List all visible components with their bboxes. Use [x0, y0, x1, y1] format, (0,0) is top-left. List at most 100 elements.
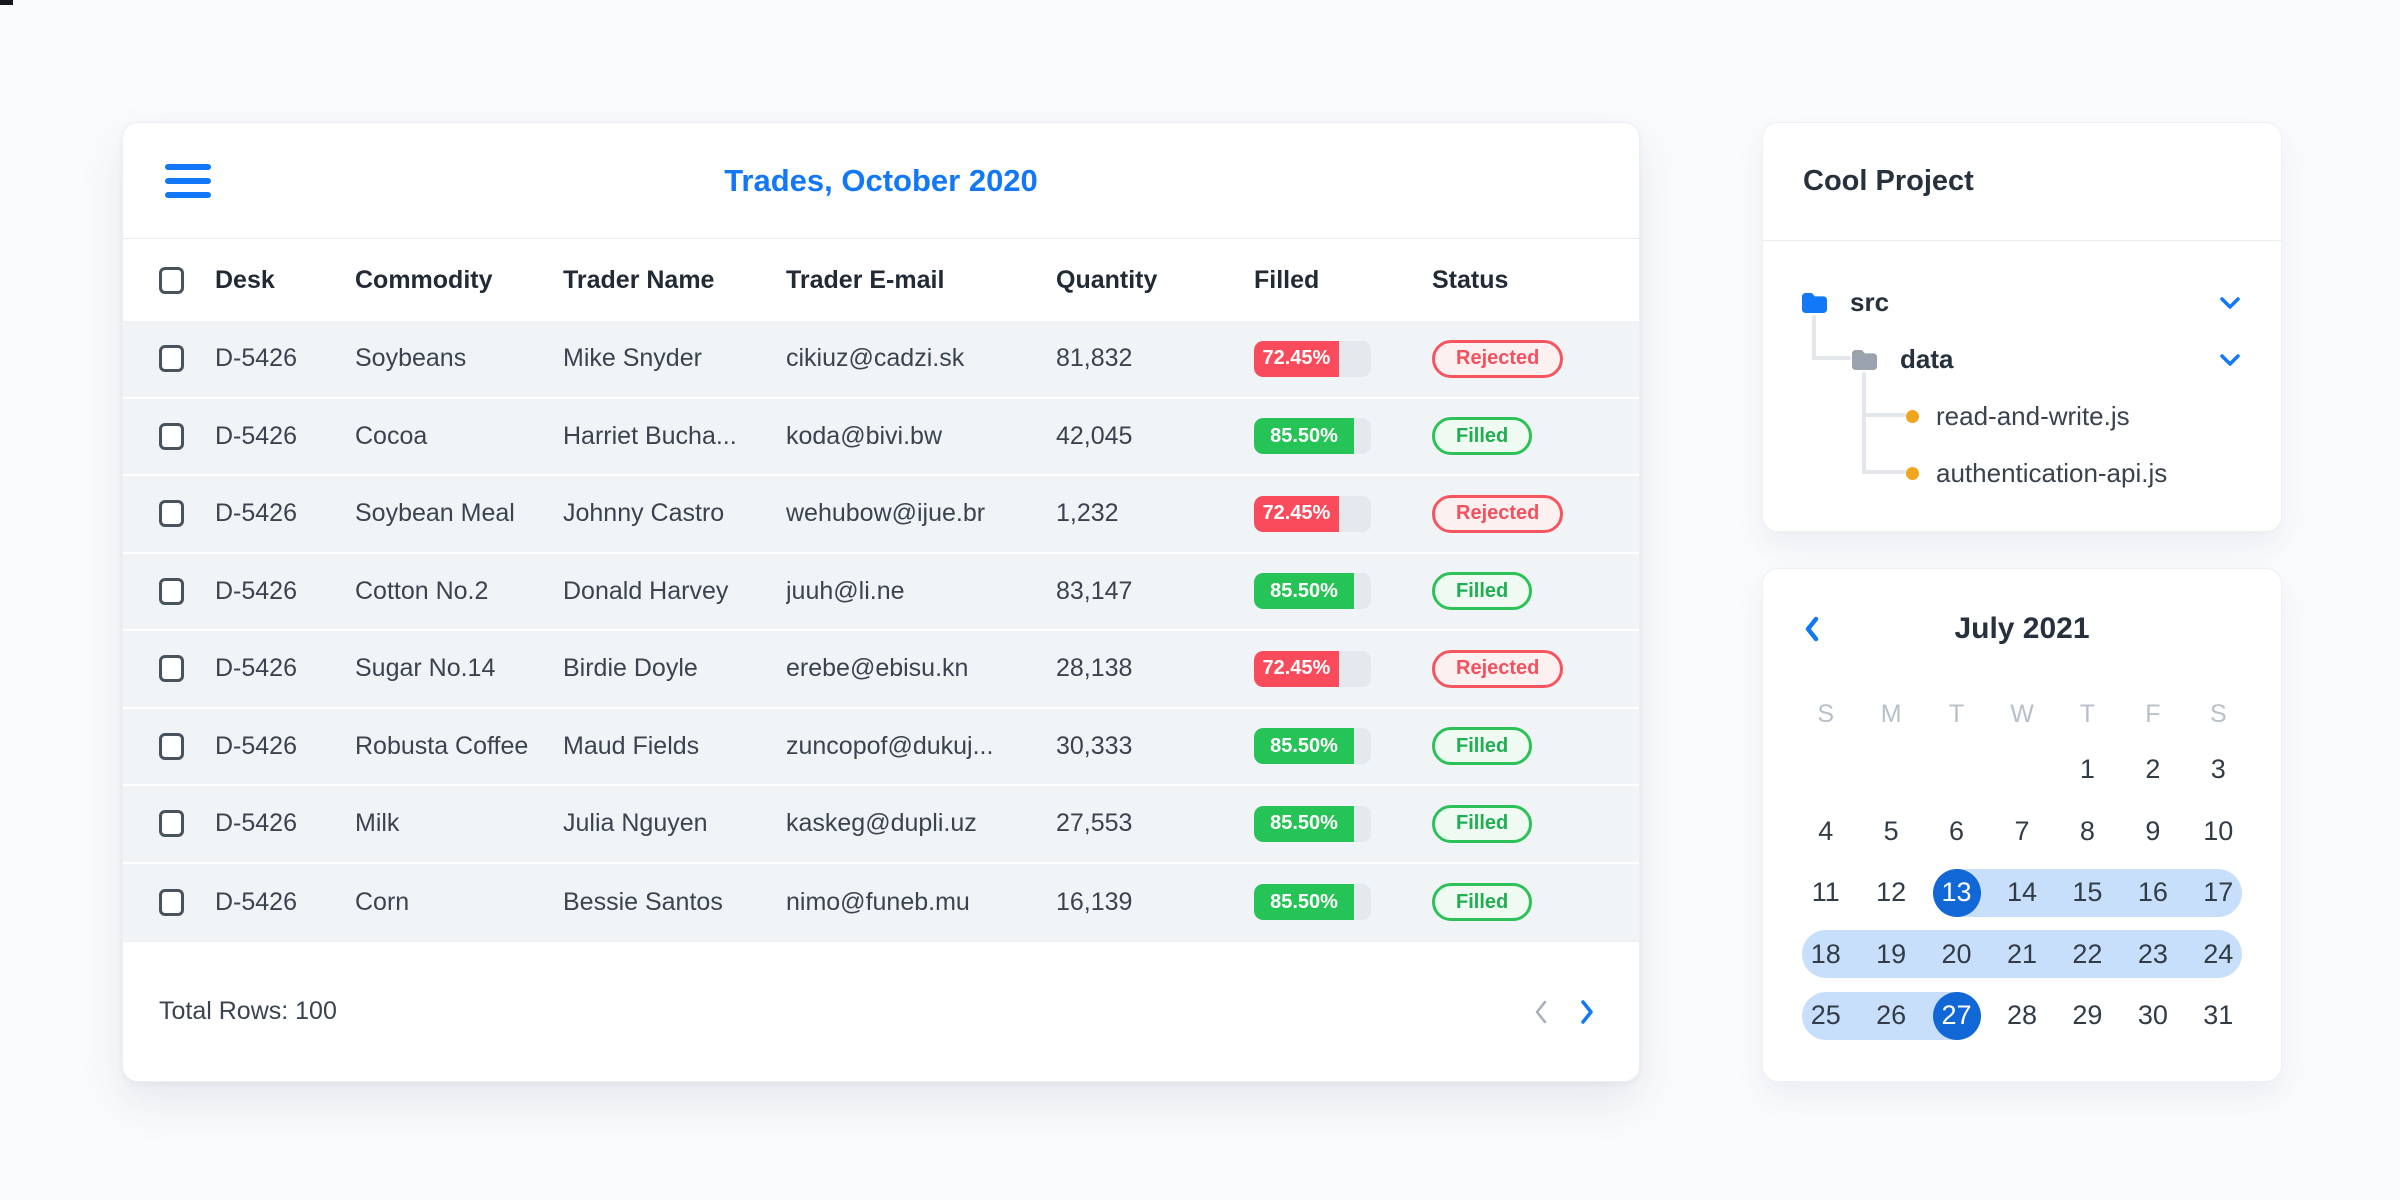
- cell-trader-name: Birdie Doyle: [563, 654, 698, 683]
- filled-progress-fill: 85.50%: [1254, 418, 1355, 455]
- calendar-day[interactable]: 15: [2055, 862, 2120, 924]
- filled-progress-bar: 72.45%: [1254, 340, 1371, 377]
- filled-progress-fill: 85.50%: [1254, 884, 1355, 921]
- calendar-day[interactable]: 19: [1858, 924, 1923, 986]
- filled-percent-label: 85.50%: [1270, 734, 1338, 757]
- row-checkbox[interactable]: [159, 888, 184, 916]
- row-checkbox[interactable]: [159, 655, 184, 683]
- calendar-day-selected[interactable]: 13: [1924, 862, 1989, 924]
- calendar-day-selected[interactable]: 27: [1924, 985, 1989, 1047]
- row-checkbox[interactable]: [159, 577, 184, 605]
- cell-trader-email: erebe@ebisu.kn: [786, 654, 969, 683]
- calendar-weekday: T: [1948, 699, 1965, 728]
- row-checkbox[interactable]: [159, 732, 184, 760]
- filled-progress-bar: 72.45%: [1254, 495, 1371, 532]
- tree-item-read-and-write[interactable]: read-and-write.js: [1763, 388, 2281, 445]
- status-cell: Rejected: [1432, 494, 1639, 533]
- row-checkbox[interactable]: [159, 422, 184, 450]
- status-badge-label: Rejected: [1456, 657, 1540, 680]
- calendar-day[interactable]: 9: [2120, 801, 2185, 863]
- calendar-day[interactable]: 26: [1858, 985, 1923, 1047]
- filled-percent-label: 85.50%: [1270, 812, 1338, 835]
- cell-trader-name: Mike Snyder: [563, 344, 702, 373]
- calendar-day-number: 8: [2079, 815, 2095, 846]
- calendar-day[interactable]: 24: [2186, 924, 2251, 986]
- calendar-day[interactable]: 4: [1793, 801, 1858, 863]
- filled-percent-label: 72.45%: [1262, 347, 1331, 370]
- calendar-day[interactable]: 16: [2120, 862, 2185, 924]
- filled-cell: 72.45%: [1254, 340, 1432, 377]
- calendar-day[interactable]: 29: [2055, 985, 2120, 1047]
- calendar-day[interactable]: 2: [2120, 739, 2185, 801]
- tree-item-authentication-api[interactable]: authentication-api.js: [1763, 445, 2281, 502]
- calendar-header: July 2021: [1763, 569, 2281, 689]
- calendar-day-empty: [1793, 739, 1858, 801]
- table-row: D-5426 Cocoa Harriet Bucha... koda@bivi.bw 4…: [123, 398, 1639, 476]
- calendar-day-empty: [1989, 739, 2054, 801]
- filled-cell: 85.50%: [1254, 418, 1432, 455]
- status-badge-label: Filled: [1456, 890, 1509, 913]
- calendar-day-empty: [1924, 739, 1989, 801]
- menu-icon[interactable]: [165, 163, 211, 198]
- chevron-down-icon[interactable]: [2219, 353, 2241, 367]
- trades-card-header: Trades, October 2020: [123, 123, 1639, 239]
- column-header-quantity: Quantity: [1056, 265, 1158, 294]
- calendar-day[interactable]: 28: [1989, 985, 2054, 1047]
- filled-cell: 85.50%: [1254, 573, 1432, 610]
- chevron-down-icon[interactable]: [2219, 296, 2241, 310]
- column-header-trader-name: Trader Name: [563, 265, 715, 294]
- calendar-day[interactable]: 22: [2055, 924, 2120, 986]
- cell-commodity: Sugar No.14: [355, 654, 496, 683]
- table-row: D-5426 Soybeans Mike Snyder cikiuz@cadzi.sk…: [123, 321, 1639, 399]
- row-checkbox[interactable]: [159, 345, 184, 373]
- table-footer: Total Rows: 100: [123, 941, 1639, 1081]
- calendar-day[interactable]: 23: [2120, 924, 2185, 986]
- row-checkbox[interactable]: [159, 500, 184, 528]
- calendar-day-number: 14: [2006, 877, 2038, 908]
- cell-desk: D-5426: [215, 887, 297, 916]
- header-checkbox[interactable]: [159, 266, 184, 294]
- status-badge-label: Filled: [1456, 579, 1509, 602]
- column-header-filled: Filled: [1254, 265, 1320, 294]
- checkbox-cell: [159, 345, 215, 373]
- tree-item-src[interactable]: src: [1763, 274, 2281, 331]
- calendar-day[interactable]: 14: [1989, 862, 2054, 924]
- calendar-day[interactable]: 10: [2186, 801, 2251, 863]
- calendar-day-number: 28: [2006, 1000, 2038, 1031]
- status-badge-label: Filled: [1456, 424, 1509, 447]
- calendar-weekday: T: [2079, 699, 2096, 728]
- folder-icon: [1802, 292, 1827, 313]
- calendar-day-number: 19: [1876, 938, 1907, 969]
- calendar-day-number: 13: [1932, 868, 1981, 917]
- calendar-day[interactable]: 5: [1858, 801, 1923, 863]
- chevron-left-icon[interactable]: [1803, 615, 1821, 643]
- filled-percent-label: 72.45%: [1262, 502, 1331, 525]
- calendar-day[interactable]: 25: [1793, 985, 1858, 1047]
- status-badge: Rejected: [1432, 649, 1564, 688]
- calendar-day[interactable]: 8: [2055, 801, 2120, 863]
- calendar-day[interactable]: 20: [1924, 924, 1989, 986]
- chevron-left-icon[interactable]: [1533, 999, 1549, 1025]
- table-body: D-5426 Soybeans Mike Snyder cikiuz@cadzi.sk…: [123, 321, 1639, 941]
- calendar-day[interactable]: 31: [2186, 985, 2251, 1047]
- chevron-right-icon[interactable]: [1579, 999, 1595, 1025]
- tree-item-data[interactable]: data: [1763, 331, 2281, 388]
- calendar-day-number: 20: [1941, 938, 1972, 969]
- filled-percent-label: 85.50%: [1270, 579, 1338, 602]
- row-checkbox[interactable]: [159, 810, 184, 838]
- calendar-day[interactable]: 30: [2120, 985, 2185, 1047]
- calendar-weekday: F: [2145, 699, 2161, 728]
- status-cell: Filled: [1432, 727, 1639, 766]
- calendar-day[interactable]: 21: [1989, 924, 2054, 986]
- calendar-day[interactable]: 6: [1924, 801, 1989, 863]
- calendar-day[interactable]: 17: [2186, 862, 2251, 924]
- calendar-day[interactable]: 12: [1858, 862, 1923, 924]
- cell-trader-email: cikiuz@cadzi.sk: [786, 344, 965, 373]
- filled-percent-label: 85.50%: [1270, 424, 1338, 447]
- calendar-day[interactable]: 3: [2186, 739, 2251, 801]
- calendar-day[interactable]: 7: [1989, 801, 2054, 863]
- calendar-day[interactable]: 1: [2055, 739, 2120, 801]
- calendar-day[interactable]: 18: [1793, 924, 1858, 986]
- calendar-weekday: M: [1880, 699, 1902, 728]
- calendar-day[interactable]: 11: [1793, 862, 1858, 924]
